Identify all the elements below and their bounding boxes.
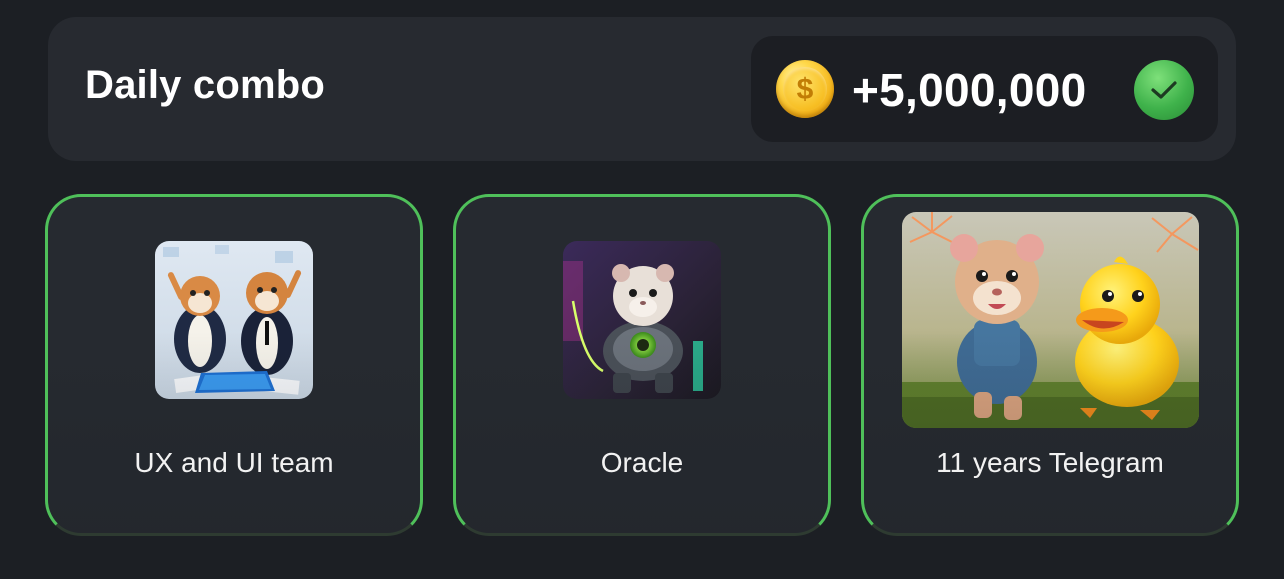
gold-coin-icon: $: [776, 60, 834, 118]
reward-amount: +5,000,000: [852, 64, 1087, 116]
card-label: Oracle: [600, 447, 684, 478]
svg-text:$: $: [797, 73, 814, 106]
daily-combo-title: Daily combo: [85, 63, 326, 107]
checkmark-icon: [1134, 60, 1194, 120]
combo-reward-pill: $ +5,000,000: [751, 36, 1218, 142]
card-image-oracle: [563, 241, 721, 399]
card-label: UX and UI team: [134, 447, 334, 478]
combo-card-11-years-telegram[interactable]: 11 years Telegram: [861, 194, 1239, 536]
combo-card-oracle[interactable]: Oracle: [453, 194, 831, 536]
card-image-11-years-telegram: [902, 212, 1199, 428]
daily-combo-header: Daily combo $ +5,000,000: [48, 17, 1236, 161]
card-label: 11 years Telegram: [936, 447, 1164, 478]
combo-card-ux-ui-team[interactable]: UX and UI team: [45, 194, 423, 536]
card-image-ux-ui-team: [155, 241, 313, 399]
